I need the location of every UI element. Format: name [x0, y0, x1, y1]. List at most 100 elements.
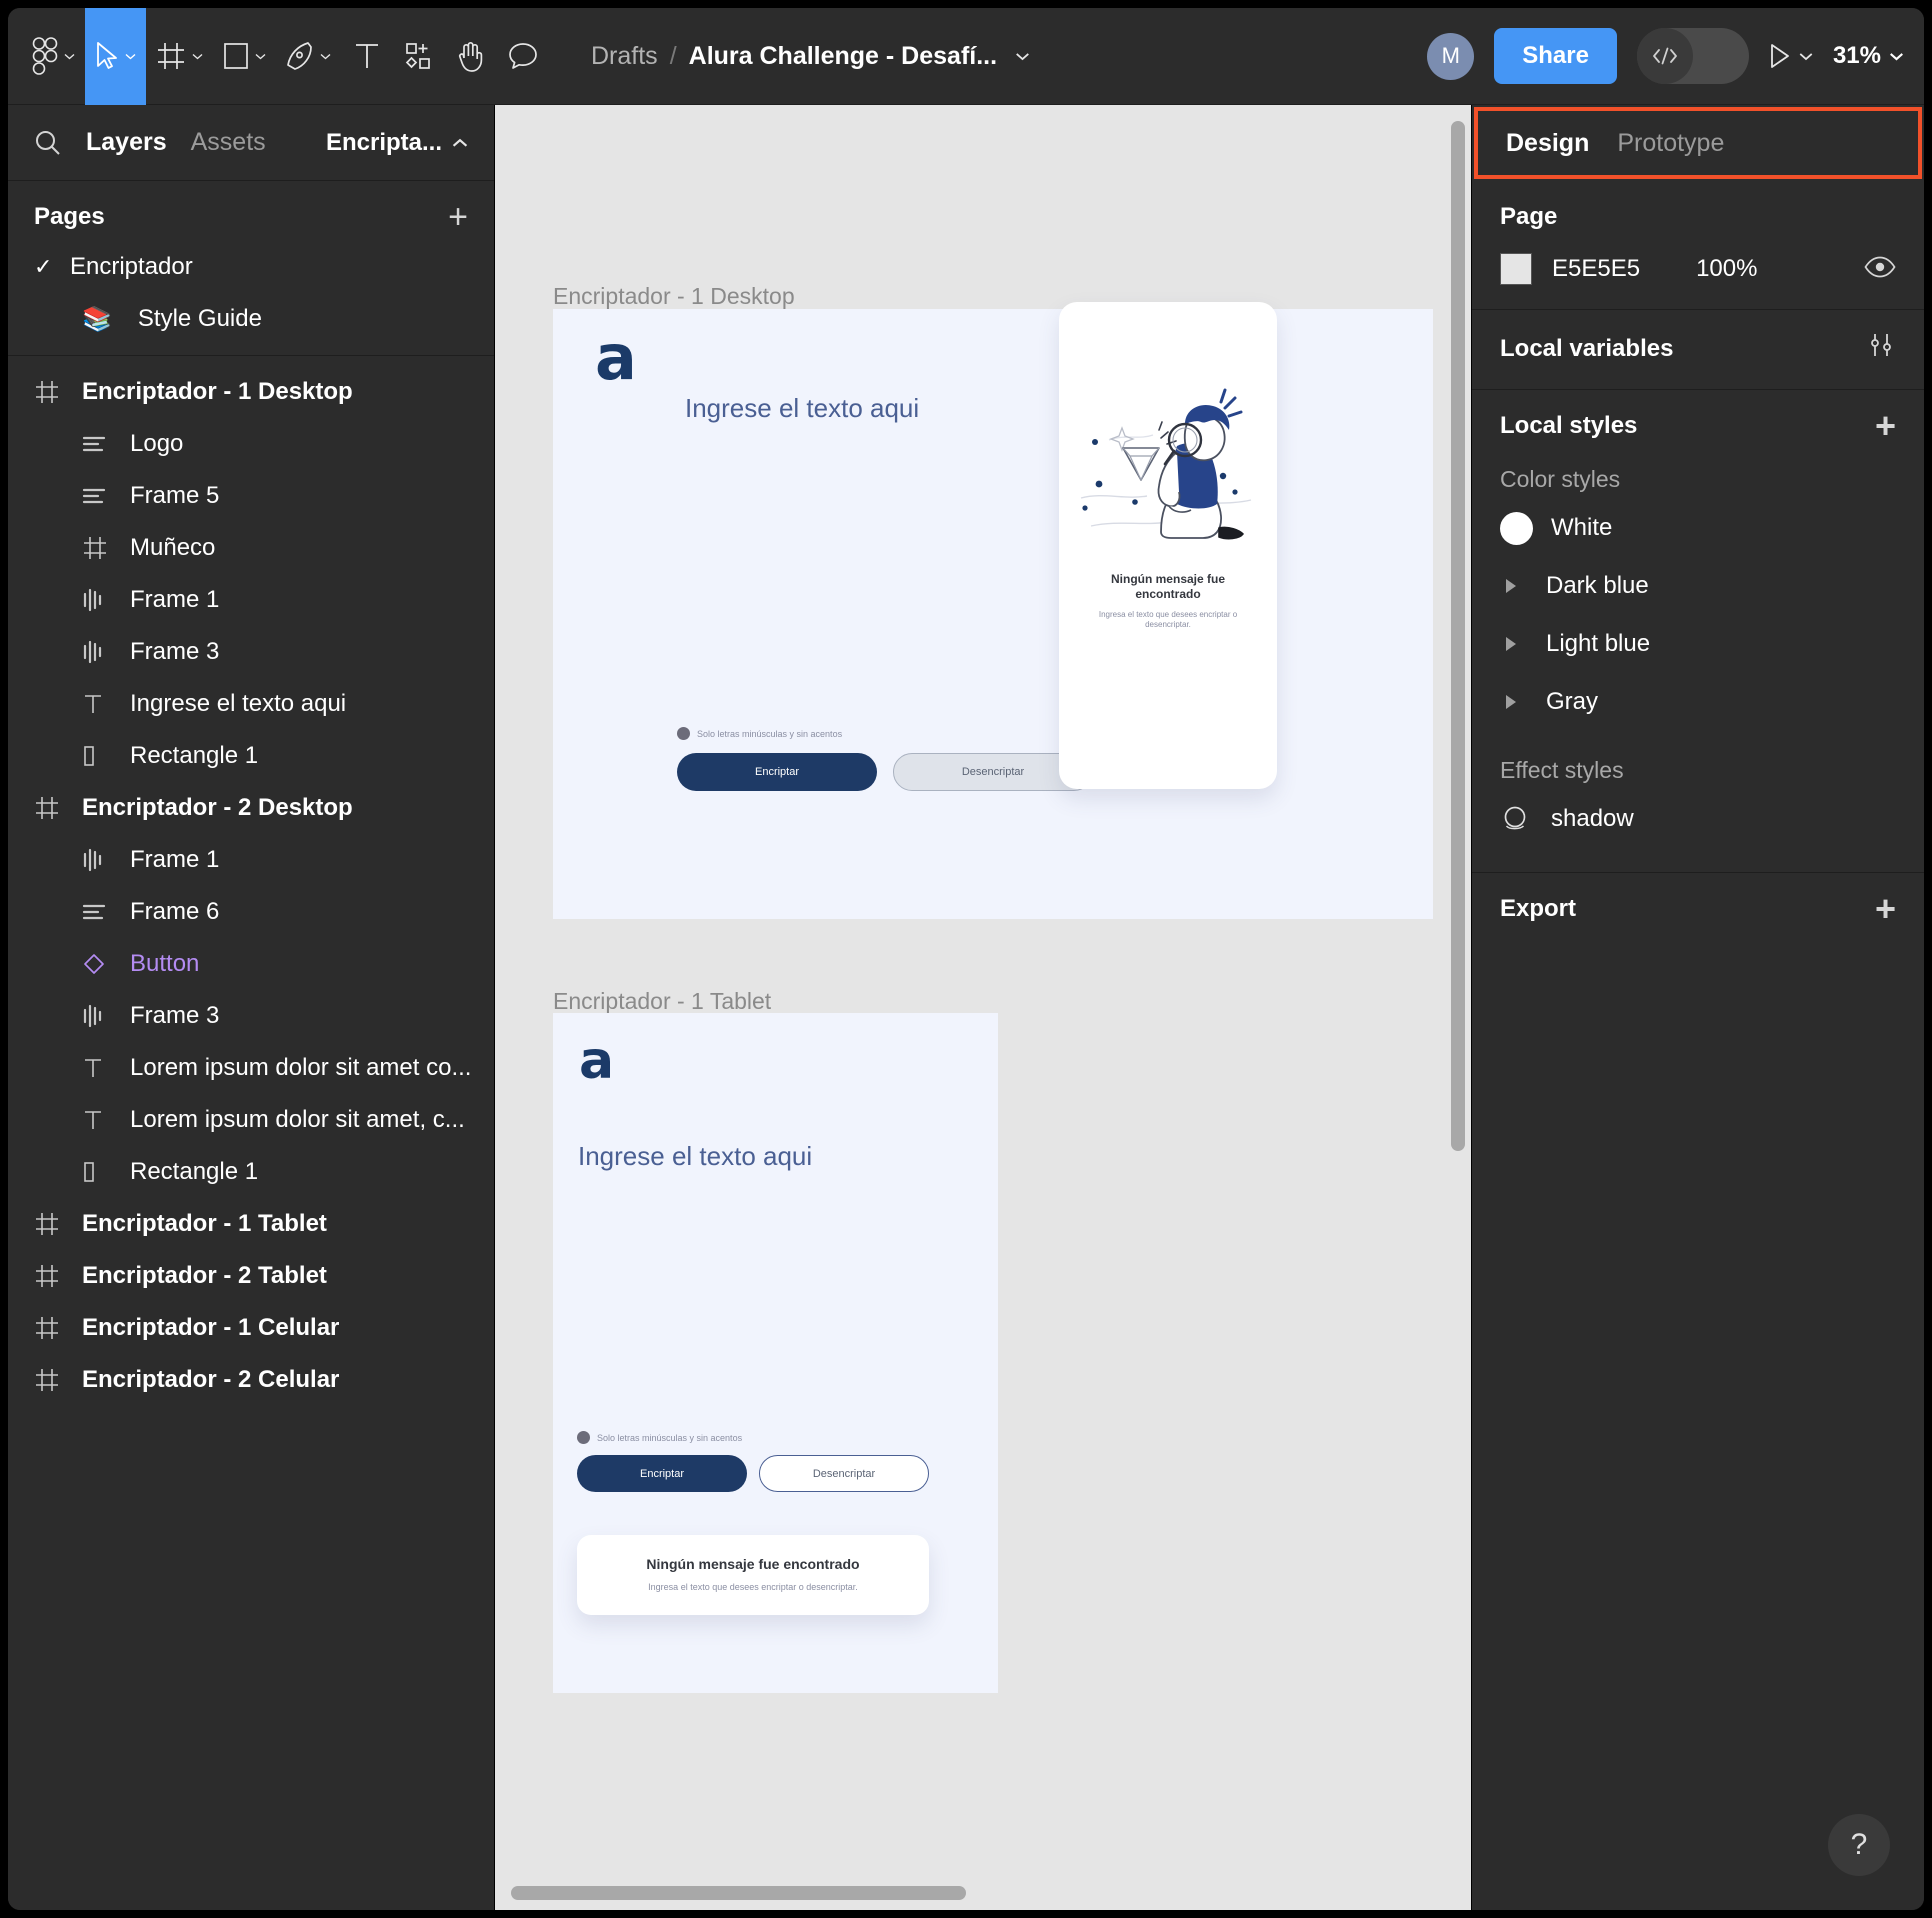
layer-row[interactable]: Logo [8, 418, 494, 470]
books-emoji-icon: 📚 [82, 305, 112, 333]
artboard-desktop[interactable]: a Ingrese el texto aqui Solo letras minú… [553, 302, 1433, 919]
layer-row[interactable]: Frame 3 [8, 990, 494, 1042]
page-color-hex[interactable]: E5E5E5 [1552, 255, 1640, 283]
page-color-swatch[interactable] [1500, 253, 1532, 285]
autolayout-vertical-icon [82, 640, 130, 664]
code-icon [1636, 28, 1693, 84]
artboard-encrypt-button[interactable]: Encriptar [677, 753, 877, 791]
local-variables-section[interactable]: Local variables [1472, 310, 1924, 390]
artboard-logo: a [595, 321, 637, 394]
figma-window: Drafts / Alura Challenge - Desafí... M S… [8, 8, 1924, 1910]
artboard-placeholder-text: Ingrese el texto aqui [578, 1141, 813, 1171]
layer-row[interactable]: Rectangle 1 [8, 730, 494, 782]
file-name-dropdown[interactable]: Encripta... [326, 129, 468, 157]
layer-row-label: Frame 1 [130, 586, 220, 613]
breadcrumb-separator: / [669, 41, 677, 70]
artboard-hint-desktop: Solo letras minúsculas y sin acentos [677, 727, 842, 740]
tab-assets[interactable]: Assets [191, 128, 266, 157]
layer-row[interactable]: Encriptador - 1 Tablet [8, 1198, 494, 1250]
move-tool-icon[interactable] [85, 8, 146, 105]
breadcrumb-drafts[interactable]: Drafts [591, 42, 658, 71]
sliders-icon[interactable] [1866, 332, 1896, 365]
breadcrumb-file-name[interactable]: Alura Challenge - Desafí... [689, 42, 997, 71]
plus-icon[interactable]: + [448, 200, 468, 234]
dev-mode-toggle[interactable] [1636, 28, 1749, 84]
layer-row[interactable]: Encriptador - 2 Desktop [8, 782, 494, 834]
frame-label-desktop[interactable]: Encriptador - 1 Desktop [553, 283, 795, 310]
pen-tool-icon[interactable] [276, 8, 341, 105]
search-icon[interactable] [34, 129, 62, 157]
present-button[interactable] [1769, 43, 1813, 69]
layer-row[interactable]: Button [8, 938, 494, 990]
effect-style-shadow[interactable]: shadow [1500, 790, 1896, 848]
layer-row[interactable]: Encriptador - 1 Desktop [8, 366, 494, 418]
layer-row[interactable]: Frame 5 [8, 470, 494, 522]
layer-row[interactable]: Frame 6 [8, 886, 494, 938]
page-color-opacity[interactable]: 100% [1696, 255, 1757, 283]
color-style-group-dark-blue[interactable]: Dark blue [1500, 557, 1896, 615]
left-panel: Layers Assets Encripta... Pages + ✓ Encr… [8, 105, 495, 1910]
layer-row[interactable]: Lorem ipsum dolor sit amet co... [8, 1042, 494, 1094]
share-button[interactable]: Share [1494, 28, 1617, 84]
frame-icon [34, 1263, 82, 1289]
export-section: Export + [1472, 873, 1924, 947]
frame-tool-icon[interactable] [146, 8, 213, 105]
layer-row[interactable]: Lorem ipsum dolor sit amet, c... [8, 1094, 494, 1146]
canvas[interactable]: Encriptador - 1 Desktop a Ingrese el tex… [495, 105, 1471, 1910]
page-item-style-guide[interactable]: 📚 Style Guide [8, 293, 494, 345]
text-tool-icon[interactable] [341, 8, 393, 105]
layer-row[interactable]: Encriptador - 2 Tablet [8, 1250, 494, 1302]
layer-row[interactable]: Encriptador - 1 Celular [8, 1302, 494, 1354]
triangle-right-icon [1506, 579, 1516, 593]
help-button[interactable]: ? [1828, 1814, 1890, 1876]
page-item-label: Encriptador [70, 253, 193, 280]
layer-row-label: Encriptador - 2 Tablet [82, 1262, 327, 1289]
layer-row[interactable]: Frame 3 [8, 626, 494, 678]
resources-tool-icon[interactable] [393, 8, 445, 105]
layer-row[interactable]: Rectangle 1 [8, 1146, 494, 1198]
layer-row-label: Encriptador - 2 Celular [82, 1366, 340, 1393]
page-section-title: Page [1500, 203, 1558, 230]
layer-row-label: Muñeco [130, 534, 216, 561]
canvas-horizontal-scrollbar[interactable] [511, 1886, 966, 1900]
layer-row[interactable]: Ingrese el texto aqui [8, 678, 494, 730]
page-item-encriptador[interactable]: ✓ Encriptador [8, 241, 494, 293]
color-style-group-gray[interactable]: Gray [1500, 673, 1896, 731]
tab-prototype[interactable]: Prototype [1617, 129, 1724, 158]
layer-row-label: Frame 1 [130, 846, 220, 873]
layer-row[interactable]: Muñeco [8, 522, 494, 574]
shape-tool-icon[interactable] [213, 8, 276, 105]
layer-row[interactable]: Frame 1 [8, 574, 494, 626]
artboard-encrypt-button[interactable]: Encriptar [577, 1455, 747, 1492]
layers-list[interactable]: Encriptador - 1 Desktop Logo Frame 5 Muñeco… [8, 356, 494, 1910]
frame-label-tablet[interactable]: Encriptador - 1 Tablet [553, 988, 771, 1015]
chevron-down-icon[interactable] [1015, 52, 1030, 61]
canvas-vertical-scrollbar[interactable] [1451, 121, 1465, 1151]
artboard-tablet[interactable]: a Ingrese el texto aqui Solo letras minú… [553, 1013, 998, 1693]
color-style-group-light-blue[interactable]: Light blue [1500, 615, 1896, 673]
comment-tool-icon[interactable] [497, 8, 549, 105]
plus-icon[interactable]: + [1875, 408, 1896, 444]
plus-icon[interactable]: + [1875, 891, 1896, 927]
zoom-level-control[interactable]: 31% [1833, 42, 1904, 70]
text-layer-icon [82, 1056, 130, 1080]
layer-row[interactable]: Encriptador - 2 Celular [8, 1354, 494, 1406]
tab-design[interactable]: Design [1506, 129, 1589, 158]
tab-layers[interactable]: Layers [86, 128, 167, 157]
artboard-decrypt-button[interactable]: Desencriptar [759, 1455, 929, 1492]
layer-row[interactable]: Frame 1 [8, 834, 494, 886]
shadow-icon [1500, 804, 1533, 834]
layer-row-label: Frame 3 [130, 638, 220, 665]
left-panel-tabs: Layers Assets Encripta... [8, 105, 494, 181]
text-layer-icon [82, 1108, 130, 1132]
color-style-white[interactable]: White [1500, 499, 1896, 557]
avatar[interactable]: M [1427, 32, 1475, 80]
hand-tool-icon[interactable] [445, 8, 497, 105]
layer-row-label: Encriptador - 1 Desktop [82, 378, 353, 405]
component-icon [82, 952, 130, 976]
effect-style-label: shadow [1551, 805, 1634, 832]
figma-menu-icon[interactable] [22, 8, 85, 105]
eye-icon[interactable] [1864, 256, 1896, 283]
hint-text: Solo letras minúsculas y sin acentos [597, 1432, 743, 1443]
autolayout-vertical-icon [82, 588, 130, 612]
